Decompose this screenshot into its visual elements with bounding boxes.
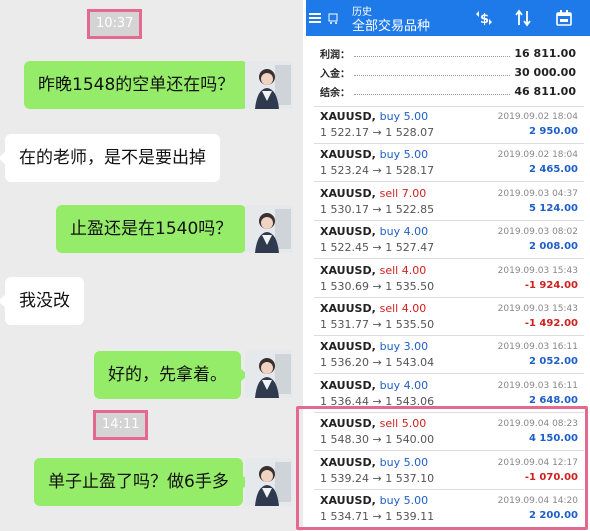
trade-row[interactable]: XAUUSD, buy 4.00 1 522.45 → 1 527.47 201…	[314, 222, 584, 260]
trade-profit: -1 924.00	[524, 279, 578, 291]
trade-profit: 2 052.00	[528, 356, 578, 368]
trade-date: 2019.09.03 16:11	[497, 342, 578, 353]
trade-symbol: XAUUSD,	[320, 225, 376, 239]
trade-row[interactable]: XAUUSD, sell 7.00 1 530.17 → 1 522.85 20…	[314, 184, 584, 221]
trade-side: buy 5.00	[379, 110, 429, 123]
trade-row[interactable]: XAUUSD, buy 4.00 1 536.44 → 1 543.06 201…	[314, 376, 584, 413]
trade-side: sell 5.00	[379, 417, 427, 431]
sort-icon[interactable]	[511, 0, 535, 36]
trade-date: 2019.09.03 15:43	[497, 265, 578, 276]
trade-row[interactable]: XAUUSD, buy 5.00 1 523.24 → 1 528.17 201…	[314, 145, 584, 183]
trade-date: 2019.09.03 04:37	[497, 188, 578, 199]
calendar-icon[interactable]	[552, 0, 576, 36]
trade-symbol: XAUUSD,	[320, 340, 376, 354]
chat-timestamp: 10:37	[86, 9, 143, 39]
trade-symbol: XAUUSD,	[320, 263, 376, 277]
page-title: 全部交易品种	[352, 19, 431, 34]
trade-icon[interactable]	[326, 0, 342, 36]
trade-date: 2019.09.02 18:04	[497, 112, 578, 122]
trade-profit: 2 200.00	[528, 510, 578, 521]
trade-date: 2019.09.02 18:04	[497, 150, 578, 161]
history-panel: 历史 全部交易品种 $ 利润： 16 811.00 入金： 30 000.00 结余…	[306, 0, 590, 531]
trade-prices: 1 548.30 → 1 540.00	[320, 433, 435, 447]
menu-icon[interactable]	[308, 0, 322, 36]
trade-row[interactable]: XAUUSD, sell 4.00 1 531.77 → 1 535.50 20…	[314, 299, 584, 336]
trade-side: buy 5.00	[379, 494, 429, 507]
trade-symbol: XAUUSD,	[320, 186, 376, 200]
trade-side: sell 7.00	[379, 186, 427, 200]
trade-date: 2019.09.03 15:43	[497, 304, 578, 314]
trade-date: 2019.09.04 12:17	[497, 457, 578, 468]
trade-profit: 2 465.00	[528, 164, 578, 176]
trade-profit: 2 008.00	[528, 241, 578, 253]
trade-date: 2019.09.04 08:23	[497, 419, 578, 430]
trade-date: 2019.09.03 08:02	[497, 227, 578, 238]
trade-prices: 1 539.24 → 1 537.10	[320, 471, 435, 485]
trade-row[interactable]: XAUUSD, sell 4.00 1 530.69 → 1 535.50 20…	[314, 261, 584, 298]
trade-prices: 1 523.24 → 1 528.17	[320, 164, 435, 178]
summary-label: 结余：	[320, 87, 350, 99]
chat-message-outgoing[interactable]: 好的，先拿着。	[94, 351, 248, 399]
chat-timestamp: 14:11	[92, 410, 149, 440]
trade-row[interactable]: XAUUSD, buy 5.00 1 539.24 → 1 537.10 201…	[314, 453, 584, 490]
summary-balance: 结余： 46 811.00	[320, 81, 576, 101]
trade-row[interactable]: XAUUSD, buy 5.00 1 534.71 → 1 539.11 201…	[314, 491, 584, 528]
trade-row[interactable]: XAUUSD, buy 5.00 1 522.17 → 1 528.07 201…	[314, 107, 584, 144]
chat-panel: 10:37 昨晚1548的空单还在吗？ 在的老师，是不是要出掉 止盈还是在154…	[0, 0, 303, 531]
trade-date: 2019.09.03 16:11	[497, 380, 578, 391]
avatar[interactable]	[245, 458, 293, 506]
trade-symbol: XAUUSD,	[320, 417, 376, 431]
history-header: 历史 全部交易品种 $	[306, 0, 590, 36]
trade-row[interactable]: XAUUSD, buy 3.00 1 536.20 → 1 543.04 201…	[314, 337, 584, 375]
trade-symbol: XAUUSD,	[320, 378, 376, 392]
summary-profit: 利润： 16 811.00	[320, 43, 576, 63]
trade-symbol: XAUUSD,	[320, 148, 376, 162]
trade-profit: 4 150.00	[528, 433, 578, 445]
avatar[interactable]	[245, 205, 293, 253]
trade-symbol: XAUUSD,	[320, 302, 376, 315]
trade-profit: 2 648.00	[528, 394, 578, 406]
trade-prices: 1 536.44 → 1 543.06	[320, 394, 435, 408]
trade-symbol: XAUUSD,	[320, 494, 376, 507]
trade-symbol: XAUUSD,	[320, 455, 376, 469]
chat-message-outgoing[interactable]: 止盈还是在1540吗？	[56, 205, 254, 253]
summary-label: 入金：	[320, 68, 350, 80]
dollar-swap-icon[interactable]: $	[472, 0, 496, 36]
chat-message-outgoing[interactable]: 昨晚1548的空单还在吗？	[24, 61, 256, 109]
trade-symbol: XAUUSD,	[320, 110, 376, 123]
avatar[interactable]	[245, 350, 293, 398]
chat-message-incoming[interactable]: 在的老师，是不是要出掉	[0, 134, 220, 182]
trade-profit: 2 950.00	[528, 126, 578, 137]
summary-value: 16 811.00	[514, 46, 576, 60]
trade-side: buy 5.00	[379, 148, 429, 162]
trade-profit: -1 492.00	[524, 318, 578, 329]
summary-deposit: 入金： 30 000.00	[320, 62, 576, 82]
trade-side: sell 4.00	[379, 302, 427, 315]
summary-label: 利润：	[320, 49, 350, 61]
trade-profit: -1 070.00	[524, 471, 578, 483]
svg-text:$: $	[480, 12, 489, 27]
trade-prices: 1 530.17 → 1 522.85	[320, 202, 435, 216]
trade-profit: 5 124.00	[528, 202, 578, 214]
trade-prices: 1 534.71 → 1 539.11	[320, 510, 435, 523]
trade-prices: 1 531.77 → 1 535.50	[320, 318, 435, 331]
chat-message-outgoing[interactable]: 单子止盈了吗？做6手多	[34, 458, 250, 506]
trade-row[interactable]: XAUUSD, sell 5.00 1 548.30 → 1 540.00 20…	[314, 414, 584, 452]
avatar[interactable]	[245, 61, 293, 109]
trade-side: buy 4.00	[379, 378, 429, 392]
trade-side: buy 3.00	[379, 340, 429, 354]
trade-prices: 1 530.69 → 1 535.50	[320, 279, 435, 293]
summary-value: 30 000.00	[514, 65, 576, 79]
trade-side: sell 4.00	[379, 263, 427, 277]
trade-prices: 1 522.45 → 1 527.47	[320, 241, 435, 255]
trade-prices: 1 522.17 → 1 528.07	[320, 126, 435, 139]
trade-prices: 1 536.20 → 1 543.04	[320, 356, 435, 370]
trade-side: buy 5.00	[379, 455, 429, 469]
summary-value: 46 811.00	[514, 84, 576, 98]
chat-message-incoming[interactable]: 我没改	[0, 277, 84, 325]
trade-date: 2019.09.04 14:20	[497, 496, 578, 506]
trade-side: buy 4.00	[379, 225, 429, 239]
